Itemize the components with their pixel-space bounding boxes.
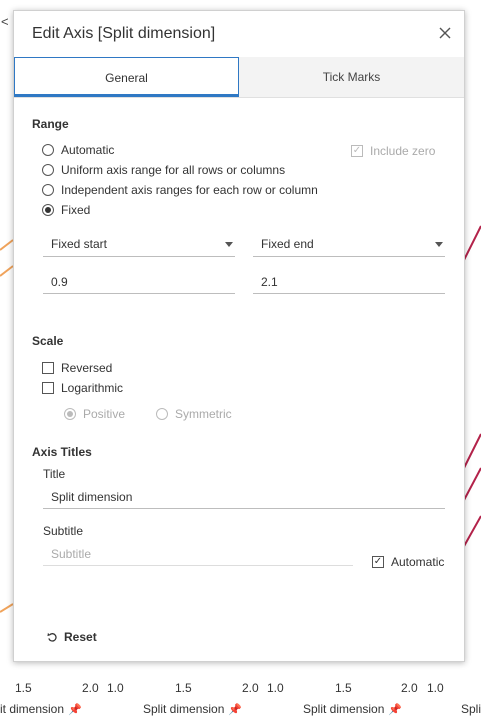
radio-button[interactable] xyxy=(42,184,54,196)
checkbox-box[interactable] xyxy=(42,382,54,394)
scale-heading: Scale xyxy=(32,334,64,348)
crimson-series-line-3 xyxy=(462,467,481,503)
range-option-independent[interactable]: Independent axis ranges for each row or … xyxy=(42,183,318,197)
dialog-title: Edit Axis [Split dimension] xyxy=(32,25,216,42)
include-zero-checkbox: ✓ Include zero xyxy=(351,144,435,158)
tick-label: 1.0 xyxy=(267,681,284,695)
dropdown-value: Fixed end xyxy=(261,237,314,251)
axis-title-text: Split dimension xyxy=(303,702,385,716)
reset-label: Reset xyxy=(64,630,97,644)
radio-button xyxy=(156,408,168,420)
undo-icon xyxy=(47,632,57,642)
axis-title-pill[interactable]: Spli xyxy=(461,702,481,716)
dropdown-value: Fixed start xyxy=(51,237,108,251)
reset-button[interactable]: Reset xyxy=(47,630,97,644)
option-label: Positive xyxy=(83,407,126,421)
tick-label: 1.0 xyxy=(427,681,444,695)
include-zero-label: Include zero xyxy=(370,144,436,158)
option-label: Independent axis ranges for each row or … xyxy=(61,183,318,197)
tick-label: 1.0 xyxy=(107,681,124,695)
orange-series-line-2 xyxy=(0,265,14,277)
crimson-series-line-1 xyxy=(462,225,481,263)
orange-series-line-1 xyxy=(0,239,14,251)
tab-tick-marks[interactable]: Tick Marks xyxy=(239,57,464,97)
tick-label: 1.5 xyxy=(335,681,352,695)
pin-icon[interactable]: 📌 xyxy=(228,704,242,716)
radio-button[interactable] xyxy=(42,204,54,216)
checkbox-label: Logarithmic xyxy=(61,381,124,395)
tab-bar: General Tick Marks xyxy=(14,57,464,98)
tick-label: 1.5 xyxy=(15,681,32,695)
radio-button xyxy=(64,408,76,420)
option-label: Uniform axis range for all rows or colum… xyxy=(61,163,286,177)
input-value: Split dimension xyxy=(51,490,133,504)
axis-title-text: it dimension xyxy=(0,702,65,716)
pin-icon[interactable]: 📌 xyxy=(388,704,402,716)
subtitle-automatic-checkbox[interactable]: ✓ Automatic xyxy=(372,555,444,569)
crimson-series-line-2 xyxy=(462,433,481,471)
edit-axis-dialog: Edit Axis [Split dimension] General Tick… xyxy=(13,10,465,662)
subtitle-input[interactable]: Subtitle xyxy=(43,543,353,566)
title-label: Title xyxy=(43,467,66,481)
subtitle-label: Subtitle xyxy=(43,524,84,538)
tick-label: 2.0 xyxy=(82,681,99,695)
fixed-end-dropdown[interactable]: Fixed end xyxy=(253,234,445,257)
option-label: Fixed xyxy=(61,203,91,217)
input-placeholder: Subtitle xyxy=(51,547,92,561)
logarithmic-checkbox[interactable]: Logarithmic xyxy=(42,381,123,395)
axis-title-text: Split dimension xyxy=(143,702,225,716)
fixed-start-dropdown[interactable]: Fixed start xyxy=(43,234,235,257)
orange-series-line-3 xyxy=(0,603,14,613)
range-option-fixed[interactable]: Fixed xyxy=(42,203,90,217)
close-icon[interactable] xyxy=(437,25,453,41)
range-heading: Range xyxy=(32,117,69,131)
input-value: 0.9 xyxy=(51,275,68,289)
tick-label: 2.0 xyxy=(401,681,418,695)
reversed-checkbox[interactable]: Reversed xyxy=(42,361,112,375)
input-value: 2.1 xyxy=(261,275,278,289)
axis-title-pill[interactable]: it dimension 📌 xyxy=(0,702,82,716)
pin-icon[interactable]: 📌 xyxy=(68,704,82,716)
crimson-series-line-4 xyxy=(462,515,481,549)
start-value-input[interactable]: 0.9 xyxy=(43,271,235,294)
axis-title-input[interactable]: Split dimension xyxy=(43,486,445,509)
end-value-input[interactable]: 2.1 xyxy=(253,271,445,294)
option-label: Automatic xyxy=(61,143,115,157)
check-icon[interactable]: ✓ xyxy=(372,556,384,568)
checkbox-label: Automatic xyxy=(391,555,445,569)
option-label: Symmetric xyxy=(175,407,232,421)
chevron-down-icon xyxy=(225,242,233,247)
axis-title-text: Spli xyxy=(461,702,481,716)
tab-general[interactable]: General xyxy=(14,57,239,97)
checkbox-box[interactable] xyxy=(42,362,54,374)
axis-title-pill[interactable]: Split dimension 📌 xyxy=(143,702,242,716)
chevron-down-icon xyxy=(435,242,443,247)
range-option-automatic[interactable]: Automatic xyxy=(42,143,114,157)
scale-option-positive: Positive xyxy=(64,407,125,421)
checkbox-label: Reversed xyxy=(61,361,113,375)
axis-title-pill[interactable]: Split dimension 📌 xyxy=(303,702,402,716)
range-option-uniform[interactable]: Uniform axis range for all rows or colum… xyxy=(42,163,285,177)
tick-label: 1.5 xyxy=(175,681,192,695)
axis-titles-heading: Axis Titles xyxy=(32,445,92,459)
scale-option-symmetric: Symmetric xyxy=(156,407,232,421)
check-icon: ✓ xyxy=(351,145,363,157)
radio-button[interactable] xyxy=(42,164,54,176)
collapse-marker[interactable]: < xyxy=(1,14,9,29)
radio-button[interactable] xyxy=(42,144,54,156)
tick-label: 2.0 xyxy=(242,681,259,695)
